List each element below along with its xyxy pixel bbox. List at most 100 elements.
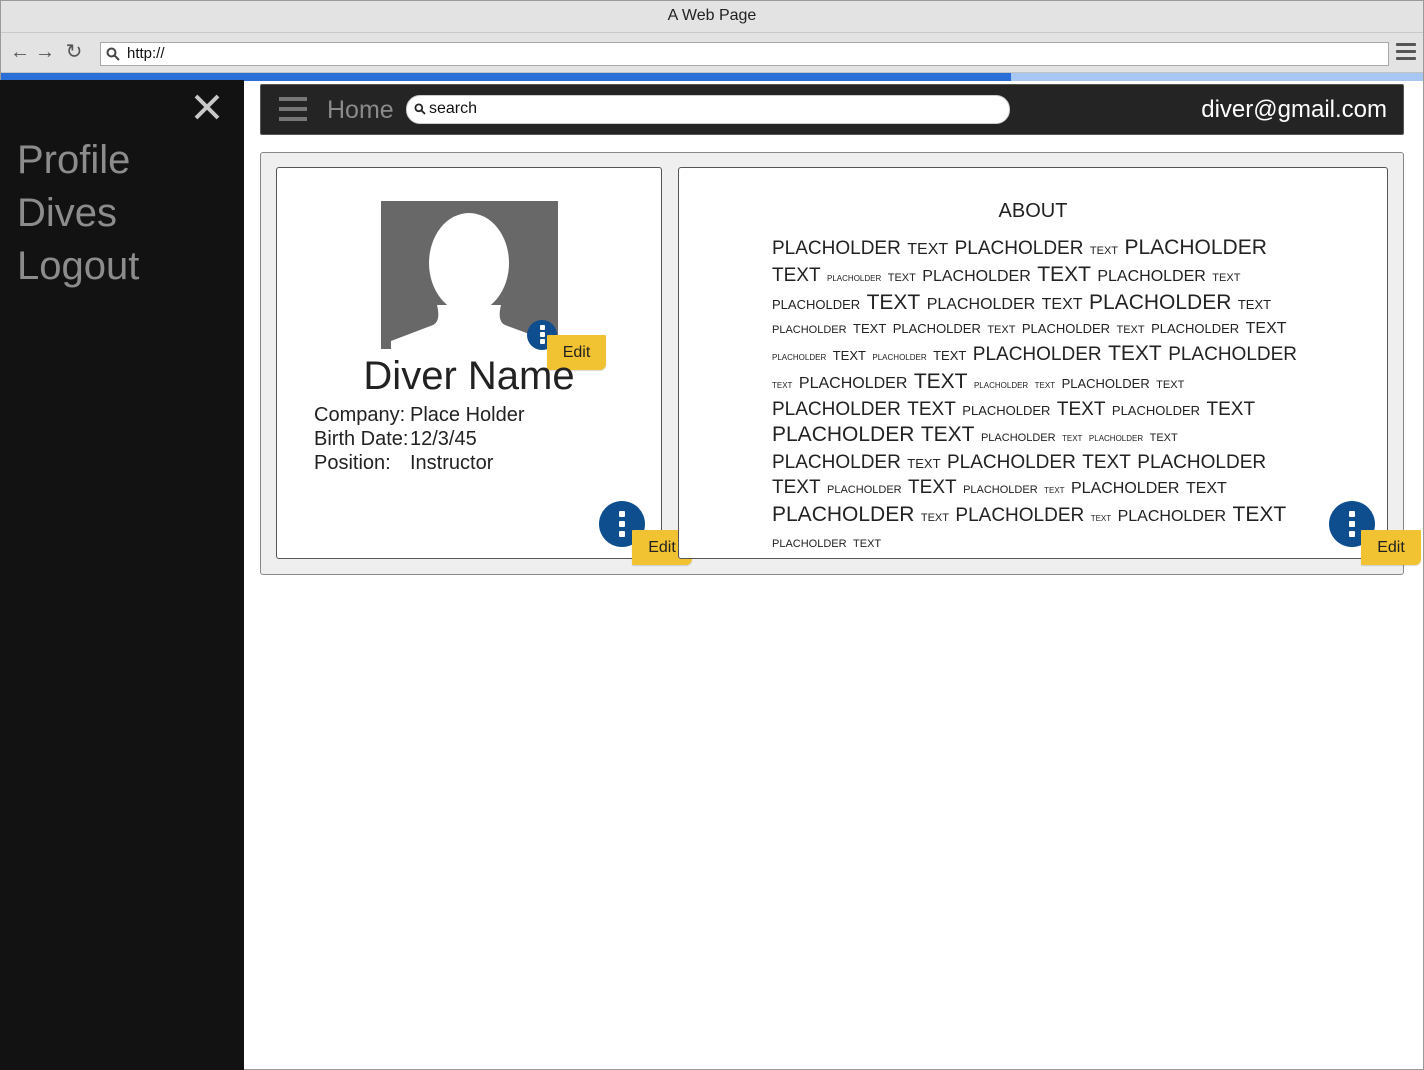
app-header: Home search diver@gmail.com xyxy=(260,84,1404,135)
about-word: PLACHOLDER xyxy=(972,344,1102,365)
address-bar[interactable]: http:// xyxy=(100,42,1389,66)
about-word: TEXT xyxy=(1056,399,1106,420)
about-word: PLACHOLDER xyxy=(973,381,1029,390)
about-word: PLACHOLDER xyxy=(946,452,1076,473)
about-word: TEXT xyxy=(1232,503,1287,526)
about-word: TEXT xyxy=(887,272,916,284)
window-title: A Web Page xyxy=(1,1,1423,33)
about-word: TEXT xyxy=(853,321,887,336)
about-word: PLACHOLDER xyxy=(772,238,901,259)
about-title: ABOUT xyxy=(998,200,1068,222)
about-word: TEXT xyxy=(1156,379,1185,391)
about-word: TEXT xyxy=(1212,272,1241,284)
about-word: TEXT xyxy=(1237,297,1272,312)
about-word: PLACHOLDER xyxy=(872,353,927,362)
about-word: TEXT xyxy=(1206,399,1256,420)
sidebar-item-profile[interactable]: Profile xyxy=(17,136,130,184)
home-link[interactable]: Home xyxy=(327,96,394,125)
about-word: PLACHOLDER xyxy=(1089,291,1232,314)
position-label: Position: xyxy=(314,452,391,474)
birth-date-label: Birth Date: xyxy=(314,428,409,450)
about-word: PLACHOLDER xyxy=(798,375,908,392)
about-word: TEXT xyxy=(772,265,821,286)
about-word: PLACHOLDER xyxy=(1071,480,1180,497)
sidebar-item-dives[interactable]: Dives xyxy=(17,189,117,237)
about-word: PLACHOLDER xyxy=(954,238,1084,259)
info-row-position: Position: Instructor xyxy=(314,452,493,475)
about-word: PLACHOLDER xyxy=(963,484,1038,496)
about-word: TEXT xyxy=(1116,324,1145,336)
about-word: TEXT xyxy=(1185,480,1227,497)
about-word: TEXT xyxy=(866,291,921,314)
about-word: PLACHOLDER xyxy=(827,274,882,283)
hamburger-menu-icon[interactable] xyxy=(279,97,307,121)
user-email[interactable]: diver@gmail.com xyxy=(1201,96,1387,124)
diver-name: Diver Name xyxy=(363,354,575,398)
about-word: TEXT xyxy=(913,370,968,393)
forward-arrow-icon[interactable]: → xyxy=(34,41,56,63)
about-word: TEXT xyxy=(1034,381,1056,390)
company-value: Place Holder xyxy=(410,404,525,426)
main-content: Edit Diver Name Company: Place Holder Bi… xyxy=(260,152,1421,575)
close-icon[interactable] xyxy=(190,90,224,124)
birth-date-value: 12/3/45 xyxy=(410,428,477,450)
about-word: PLACHOLDER xyxy=(772,399,901,420)
search-input-value: search xyxy=(429,100,478,117)
about-word: TEXT xyxy=(772,477,821,498)
about-word: PLACHOLDER xyxy=(955,505,1085,526)
about-text: PLACHOLDER TEXT PLACHOLDER TEXT PLACHOLD… xyxy=(772,236,1307,556)
about-word: PLACHOLDER xyxy=(1117,508,1227,525)
browser-menu-icon[interactable] xyxy=(1396,43,1416,61)
about-word: PLACHOLDER xyxy=(1124,236,1267,259)
about-word: TEXT xyxy=(908,477,957,498)
about-word: TEXT xyxy=(1108,342,1162,365)
about-word: TEXT xyxy=(907,399,956,420)
about-word: TEXT xyxy=(772,381,793,390)
about-word: PLACHOLDER xyxy=(772,324,847,336)
about-word: PLACHOLDER xyxy=(1088,434,1144,443)
search-icon xyxy=(414,103,426,115)
about-word: PLACHOLDER xyxy=(827,484,902,496)
reload-icon[interactable]: ↻ xyxy=(63,41,85,63)
about-word: PLACHOLDER xyxy=(1061,376,1150,391)
info-row-birth-date: Birth Date: 12/3/45 xyxy=(314,428,477,451)
about-card: ABOUT PLACHOLDER TEXT PLACHOLDER TEXT PL… xyxy=(678,167,1421,565)
about-word: TEXT xyxy=(1090,514,1112,523)
about-word: TEXT xyxy=(1089,245,1119,257)
about-word: TEXT xyxy=(907,456,941,471)
about-word: TEXT xyxy=(987,324,1016,336)
about-word: PLACHOLDER xyxy=(1097,268,1206,285)
about-word: PLACHOLDER xyxy=(926,296,1036,313)
about-word: PLACHOLDER xyxy=(1111,403,1201,418)
about-word: PLACHOLDER xyxy=(892,321,981,336)
search-input[interactable]: search xyxy=(406,95,1010,124)
about-word: PLACHOLDER xyxy=(1168,344,1298,365)
company-label: Company: xyxy=(314,404,406,426)
search-icon xyxy=(106,47,120,61)
about-word: PLACHOLDER xyxy=(772,297,861,312)
profile-card: Edit Diver Name Company: Place Holder Bi… xyxy=(276,167,692,565)
about-word: PLACHOLDER xyxy=(922,268,1031,285)
about-word: TEXT xyxy=(1044,486,1065,495)
about-word: TEXT xyxy=(1062,434,1083,443)
about-word: PLACHOLDER xyxy=(962,403,1051,418)
about-word: PLACHOLDER xyxy=(1137,452,1267,473)
about-word: PLACHOLDER xyxy=(1021,321,1111,336)
sidebar-item-logout[interactable]: Logout xyxy=(17,242,139,290)
about-word: TEXT xyxy=(1082,452,1131,473)
about-edit-button[interactable]: Edit xyxy=(1361,530,1421,565)
about-word: TEXT xyxy=(1037,263,1091,286)
position-value: Instructor xyxy=(410,452,494,474)
about-word: PLACHOLDER xyxy=(772,353,827,362)
about-word: PLACHOLDER xyxy=(1151,321,1240,336)
info-row-company: Company: Place Holder xyxy=(314,404,525,427)
back-arrow-icon[interactable]: ← xyxy=(9,41,31,63)
about-word: TEXT xyxy=(907,241,949,258)
browser-toolbar: ← → ↻ http:// xyxy=(1,33,1423,73)
about-word: TEXT xyxy=(1041,296,1083,313)
about-word: TEXT xyxy=(933,348,967,363)
about-word: PLACHOLDER xyxy=(772,503,915,526)
about-word: PLACHOLDER xyxy=(772,538,847,550)
address-bar-url: http:// xyxy=(127,45,165,62)
sidebar: Profile Dives Logout xyxy=(0,80,244,1070)
